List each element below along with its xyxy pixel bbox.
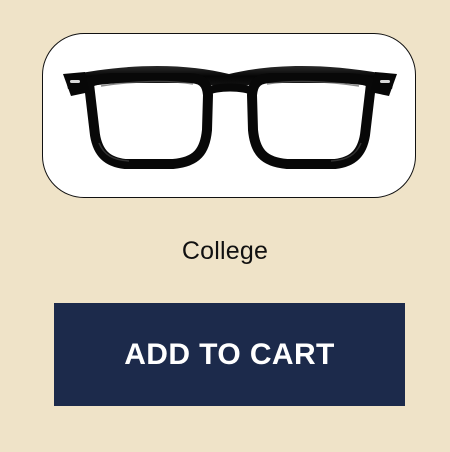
product-image-card[interactable] xyxy=(42,33,416,198)
product-name: College xyxy=(181,237,269,265)
eyeglasses-icon xyxy=(63,66,397,169)
product-page: College ADD TO CART xyxy=(0,0,450,452)
add-to-cart-button[interactable]: ADD TO CART xyxy=(54,303,405,406)
